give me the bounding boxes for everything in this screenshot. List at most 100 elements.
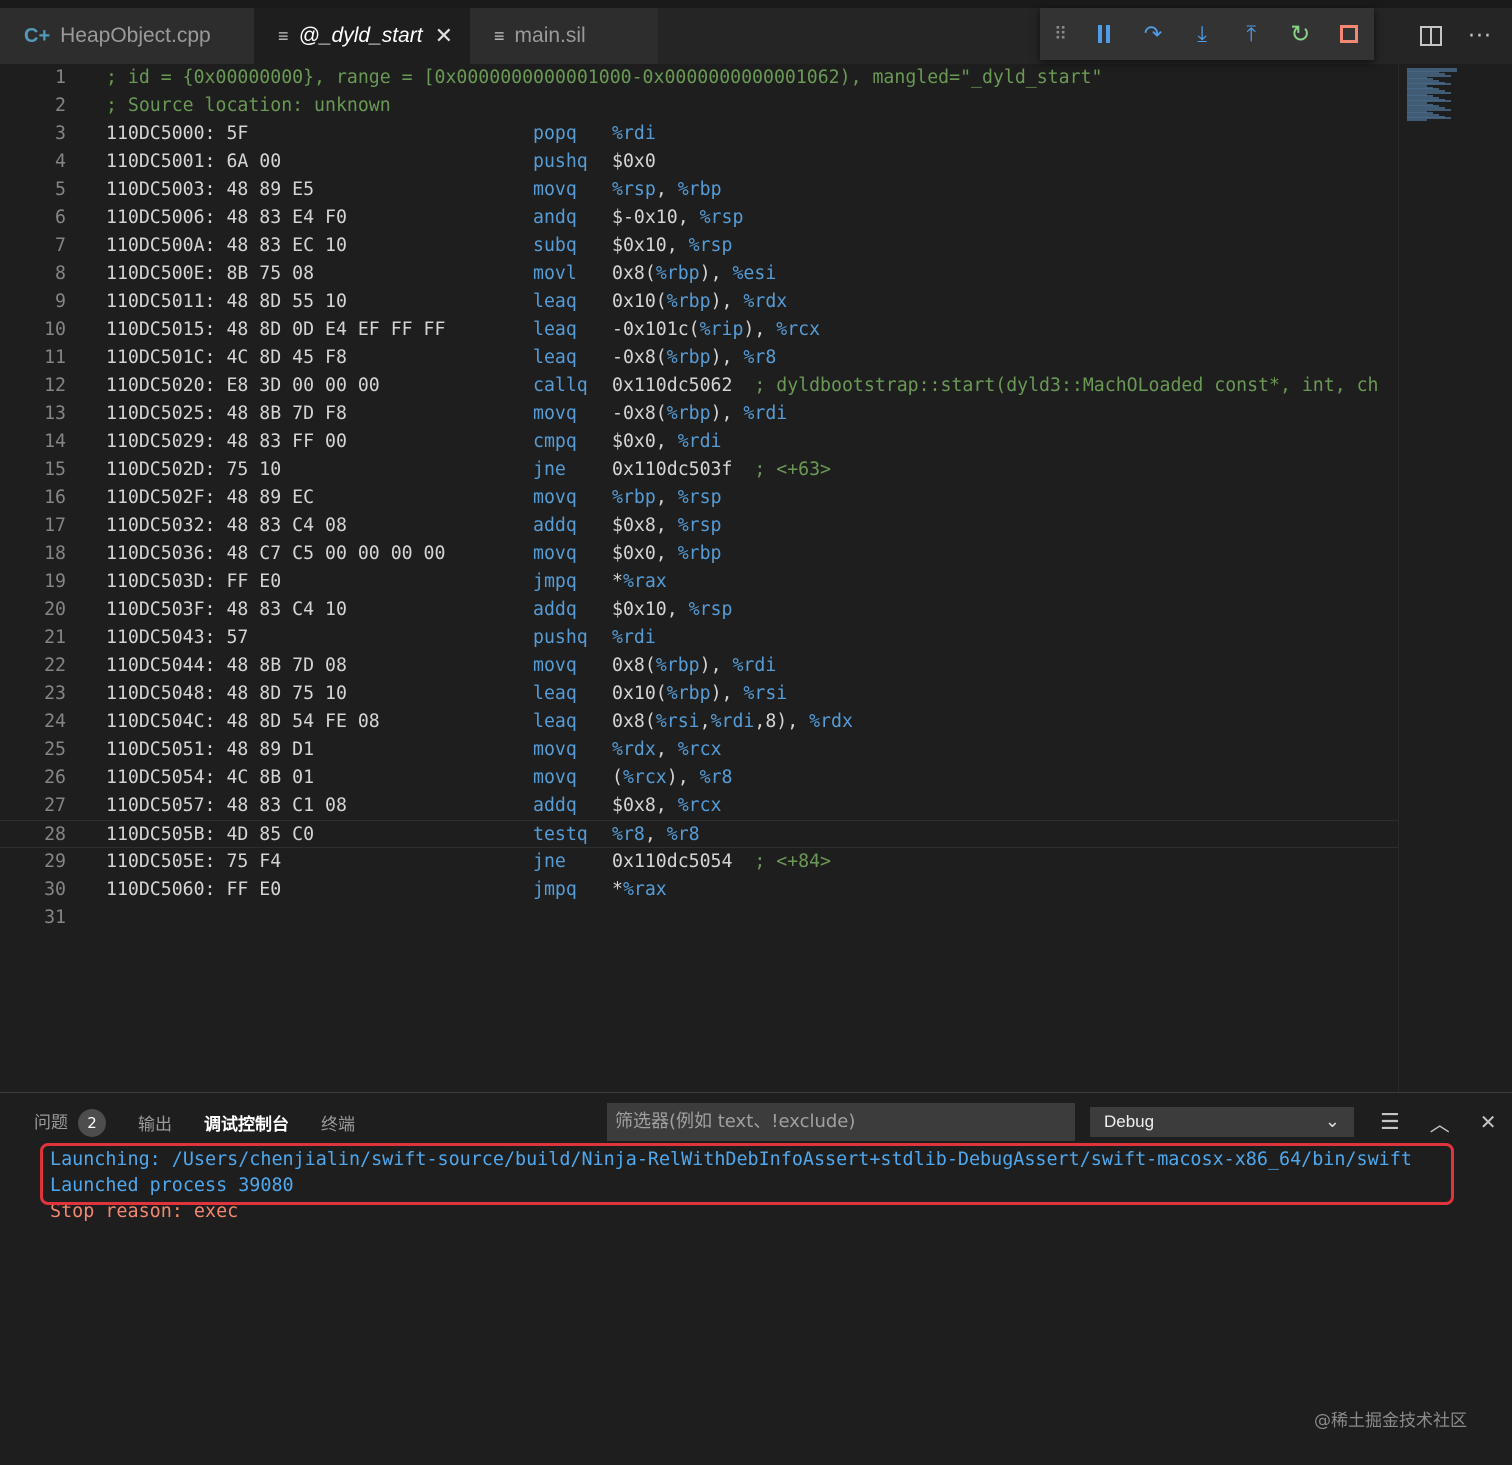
register: %rbp [666, 403, 711, 424]
address-bytes: 110DC5043: 57 [106, 627, 249, 648]
tab-main-sil[interactable]: ≡ main.sil [470, 8, 658, 64]
operands: $0x8, %rsp [612, 512, 722, 540]
operands: -0x101c(%rip), %rcx [612, 316, 820, 344]
editor-actions: ··· [1420, 8, 1492, 64]
register: %rsp [677, 487, 722, 508]
close-panel-icon[interactable]: ✕ [1480, 1110, 1497, 1134]
operands: *%rax [612, 568, 667, 596]
debug-session-select[interactable]: Debug ⌄ [1090, 1107, 1354, 1137]
step-over-button[interactable]: ↷ [1128, 8, 1177, 60]
editor-tab-bar: C+ HeapObject.cpp ≡ @_dyld_start ✕ ≡ mai… [0, 0, 1512, 64]
tab-label: 问题 [34, 1112, 68, 1133]
code-line: 3 110DC5000: 5F popq %rdi [0, 120, 1398, 148]
mnemonic: subq [533, 235, 577, 256]
address-bytes: 110DC505B: 4D 85 C0 [106, 824, 315, 845]
drag-handle-icon[interactable]: ⠿ [1040, 8, 1079, 60]
comment-text: ; id = {0x00000000}, range = [0x00000000… [106, 67, 1103, 88]
operand-text: 0x8( [612, 711, 656, 732]
line-number: 24 [44, 711, 66, 732]
more-actions-icon[interactable]: ··· [1468, 24, 1492, 49]
chevron-down-icon: ⌄ [1324, 1111, 1340, 1131]
filter-input[interactable]: 筛选器(例如 text、!exclude) [607, 1103, 1075, 1141]
clear-console-icon[interactable]: ☰ [1380, 1110, 1400, 1135]
code-line: 2 ; Source location: unknown [0, 92, 1398, 120]
line-number: 27 [44, 795, 66, 816]
operands: 0x110dc503f ; <+63> [612, 456, 831, 484]
code-line: 1 ; id = {0x00000000}, range = [0x0000000… [0, 64, 1398, 92]
disassembly-editor[interactable]: 1 ; id = {0x00000000}, range = [0x0000000… [0, 64, 1398, 1092]
code-line: 6 110DC5006: 48 83 E4 F0 andq $-0x10, %rsp [0, 204, 1398, 232]
operands: %rbp, %rsp [612, 484, 722, 512]
split-editor-icon[interactable] [1420, 26, 1442, 46]
line-number: 12 [44, 375, 66, 396]
close-icon[interactable]: ✕ [435, 23, 453, 49]
line-number: 1 [55, 67, 66, 88]
tab-dyld-start[interactable]: ≡ @_dyld_start ✕ [254, 8, 470, 64]
step-into-button[interactable]: ⤓ [1178, 8, 1227, 60]
code-line: 16 110DC502F: 48 89 EC movq %rbp, %rsp [0, 484, 1398, 512]
line-number: 11 [44, 347, 66, 368]
operand-text: -0x8( [612, 347, 667, 368]
operand-text: -0x8( [612, 403, 667, 424]
address-bytes: 110DC500E: 8B 75 08 [106, 263, 315, 284]
minimap[interactable] [1398, 64, 1512, 1092]
tab-terminal[interactable]: 终端 [321, 1110, 355, 1135]
register: %r8 [743, 347, 777, 368]
address-bytes: 110DC502F: 48 89 EC [106, 487, 315, 508]
operands: $-0x10, %rsp [612, 204, 743, 232]
maximize-panel-icon[interactable]: ︿ [1430, 1108, 1450, 1137]
code-line: 15 110DC502D: 75 10 jne 0x110dc503f ; <+63> [0, 456, 1398, 484]
tab-heapobject-cpp[interactable]: C+ HeapObject.cpp [0, 8, 254, 64]
register: %r8 [612, 824, 645, 845]
operands: $0x0 [612, 148, 656, 176]
operand-text: ), [699, 263, 733, 284]
code-line: 20 110DC503F: 48 83 C4 10 addq $0x10, %rsp [0, 596, 1398, 624]
restart-button[interactable]: ↻ [1276, 8, 1325, 60]
operands: %r8, %r8 [612, 821, 700, 849]
operand-text: ), [710, 291, 744, 312]
step-out-button[interactable]: ⤒ [1227, 8, 1276, 60]
code-line: 26 110DC5054: 4C 8B 01 movq (%rcx), %r8 [0, 764, 1398, 792]
register: %rbp [666, 347, 711, 368]
operand-text: * [612, 571, 623, 592]
mnemonic: leaq [533, 291, 577, 312]
code-line: 21 110DC5043: 57 pushq %rdi [0, 624, 1398, 652]
register: %esi [732, 263, 777, 284]
address-bytes: 110DC5001: 6A 00 [106, 151, 282, 172]
operand-text: ), [666, 767, 700, 788]
tab-problems[interactable]: 问题 2 [34, 1108, 106, 1137]
tab-output[interactable]: 输出 [138, 1110, 172, 1135]
code-line: 24 110DC504C: 48 8D 54 FE 08 leaq 0x8(%rsi,… [0, 708, 1398, 736]
operand-text: ), [710, 683, 744, 704]
code-line: 17 110DC5032: 48 83 C4 08 addq $0x8, %rsp [0, 512, 1398, 540]
pause-button[interactable] [1079, 8, 1128, 60]
address-bytes: 110DC5048: 48 8D 75 10 [106, 683, 347, 704]
operands: $0x10, %rsp [612, 596, 732, 624]
code-line: 30 110DC5060: FF E0 jmpq *%rax [0, 876, 1398, 904]
operands: *%rax [612, 876, 667, 904]
operand-text: ), [710, 403, 744, 424]
mnemonic: jne [533, 459, 566, 480]
tab-label: @_dyld_start [298, 24, 423, 47]
register: %rbp [677, 543, 722, 564]
code-line: 10 110DC5015: 48 8D 0D E4 EF FF FF leaq -0x… [0, 316, 1398, 344]
line-number: 4 [55, 151, 66, 172]
operand-text: ), [743, 319, 777, 340]
operands: 0x110dc5062 ; dyldbootstrap::start(dyld3… [612, 372, 1379, 400]
register: %rdx [612, 739, 656, 760]
register: %rcx [677, 795, 722, 816]
stop-button[interactable] [1325, 8, 1374, 60]
code-line: 28 110DC505B: 4D 85 C0 testq %r8, %r8 [0, 820, 1398, 848]
mnemonic: movl [533, 263, 577, 284]
code-line: 12 110DC5020: E8 3D 00 00 00 callq 0x110dc5… [0, 372, 1398, 400]
address-bytes: 110DC502D: 75 10 [106, 459, 282, 480]
line-number: 14 [44, 431, 66, 452]
code-line: 7 110DC500A: 48 83 EC 10 subq $0x10, %rsp [0, 232, 1398, 260]
tab-debug-console[interactable]: 调试控制台 [204, 1110, 289, 1135]
operand-text: ( [612, 767, 623, 788]
operand-text: $0x8, [612, 515, 678, 536]
mnemonic: addq [533, 599, 577, 620]
operand-text: , [644, 824, 667, 845]
line-number: 26 [44, 767, 66, 788]
mnemonic: leaq [533, 711, 577, 732]
